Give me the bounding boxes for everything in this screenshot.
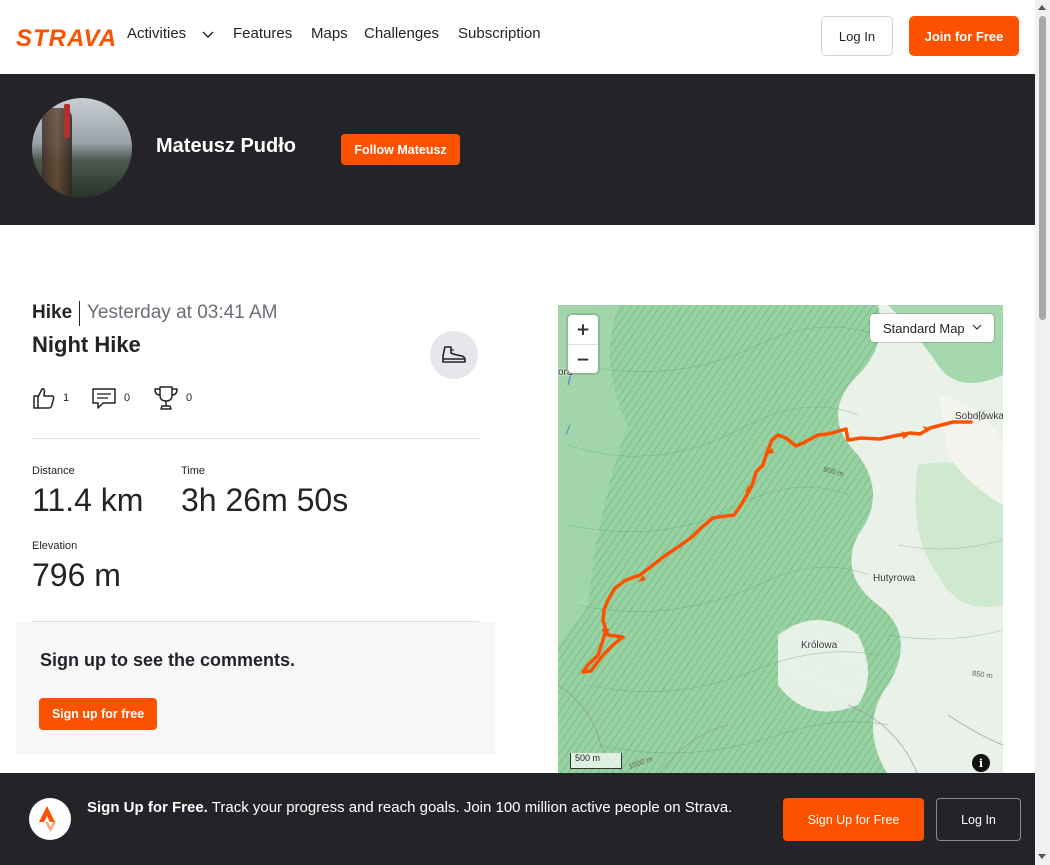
thumbs-up-icon — [33, 388, 55, 409]
map-place-label: Hutyrowa — [873, 573, 916, 584]
signup-button[interactable]: Sign up for free — [39, 698, 157, 730]
map-scale: 500 m — [570, 753, 622, 769]
follow-button[interactable]: Follow Mateusz — [341, 134, 460, 165]
nav-subscription[interactable]: Subscription — [458, 25, 541, 42]
zoom-control: + − — [568, 315, 598, 373]
signup-banner: Sign Up for Free. Track your progress an… — [0, 773, 1035, 865]
avatar[interactable] — [32, 98, 132, 198]
achievements-button[interactable]: 0 — [153, 384, 192, 412]
nav-maps[interactable]: Maps — [311, 25, 348, 42]
divider — [79, 301, 80, 326]
scroll-up-arrow-icon[interactable] — [1038, 5, 1046, 10]
comment-icon — [92, 388, 116, 409]
zoom-out-button[interactable]: − — [568, 345, 598, 374]
stat-time-value: 3h 26m 50s — [181, 482, 349, 518]
stat-elevation-value: 796 m — [32, 557, 121, 593]
activity-timestamp: Yesterday at 03:41 AM — [87, 302, 278, 323]
chevron-down-icon[interactable] — [202, 30, 214, 40]
banner-signup-button[interactable]: Sign Up for Free — [783, 798, 924, 841]
comments-count: 0 — [124, 392, 131, 404]
map-style-select[interactable]: Standard Map — [870, 314, 994, 342]
comments-signup-title: Sign up to see the comments. — [40, 650, 296, 670]
hiking-boot-icon — [430, 331, 478, 379]
map-terrain — [558, 305, 1003, 775]
achievements-count: 0 — [186, 392, 193, 404]
info-icon[interactable]: i — [972, 754, 990, 772]
map-place-label: Królowa — [801, 640, 838, 651]
login-button[interactable]: Log In — [821, 16, 893, 56]
stat-time-label: Time — [181, 465, 206, 477]
kudos-button[interactable]: 1 — [32, 384, 69, 412]
strava-logo-icon — [29, 798, 71, 840]
comments-signup-panel: Sign up to see the comments. Sign up for… — [16, 622, 495, 755]
page-scrollbar[interactable] — [1035, 0, 1050, 865]
trophy-icon — [154, 386, 178, 410]
map-style-label: Standard Map — [883, 320, 965, 336]
banner-body: Track your progress and reach goals. Joi… — [211, 799, 733, 816]
chevron-down-icon — [972, 324, 982, 330]
zoom-in-button[interactable]: + — [568, 315, 598, 344]
stat-distance-value: 11.4 km — [32, 482, 144, 518]
nav-features[interactable]: Features — [233, 25, 292, 42]
nav-activities[interactable]: Activities — [127, 25, 186, 42]
stat-elevation-label: Elevation — [32, 540, 78, 552]
kudos-count: 1 — [63, 392, 70, 404]
athlete-header: Mateusz Pudło Follow Mateusz — [0, 74, 1035, 225]
map-place-label: Sobolówka — [955, 411, 1003, 422]
comments-button[interactable]: 0 — [91, 384, 130, 412]
activity-map[interactable]: Sobolówka Hutyrowa Królowa ora 900 m 850… — [558, 305, 1003, 775]
scroll-down-arrow-icon[interactable] — [1038, 854, 1046, 859]
stat-distance-label: Distance — [32, 465, 75, 477]
activity-type: Hike — [32, 302, 73, 323]
strava-logo[interactable]: STRAVA — [16, 25, 117, 53]
banner-message: Sign Up for Free. Track your progress an… — [87, 797, 757, 819]
avatar-person-shape — [64, 104, 70, 138]
divider — [32, 438, 479, 439]
banner-login-button[interactable]: Log In — [936, 798, 1021, 841]
nav-challenges[interactable]: Challenges — [364, 25, 439, 42]
activity-title: Night Hike — [32, 332, 141, 357]
top-navigation: STRAVA Activities Features Maps Challeng… — [0, 0, 1035, 74]
athlete-name[interactable]: Mateusz Pudło — [156, 135, 296, 158]
scrollbar-thumb[interactable] — [1039, 16, 1046, 320]
join-button[interactable]: Join for Free — [909, 16, 1019, 56]
banner-headline: Sign Up for Free. — [87, 799, 208, 816]
